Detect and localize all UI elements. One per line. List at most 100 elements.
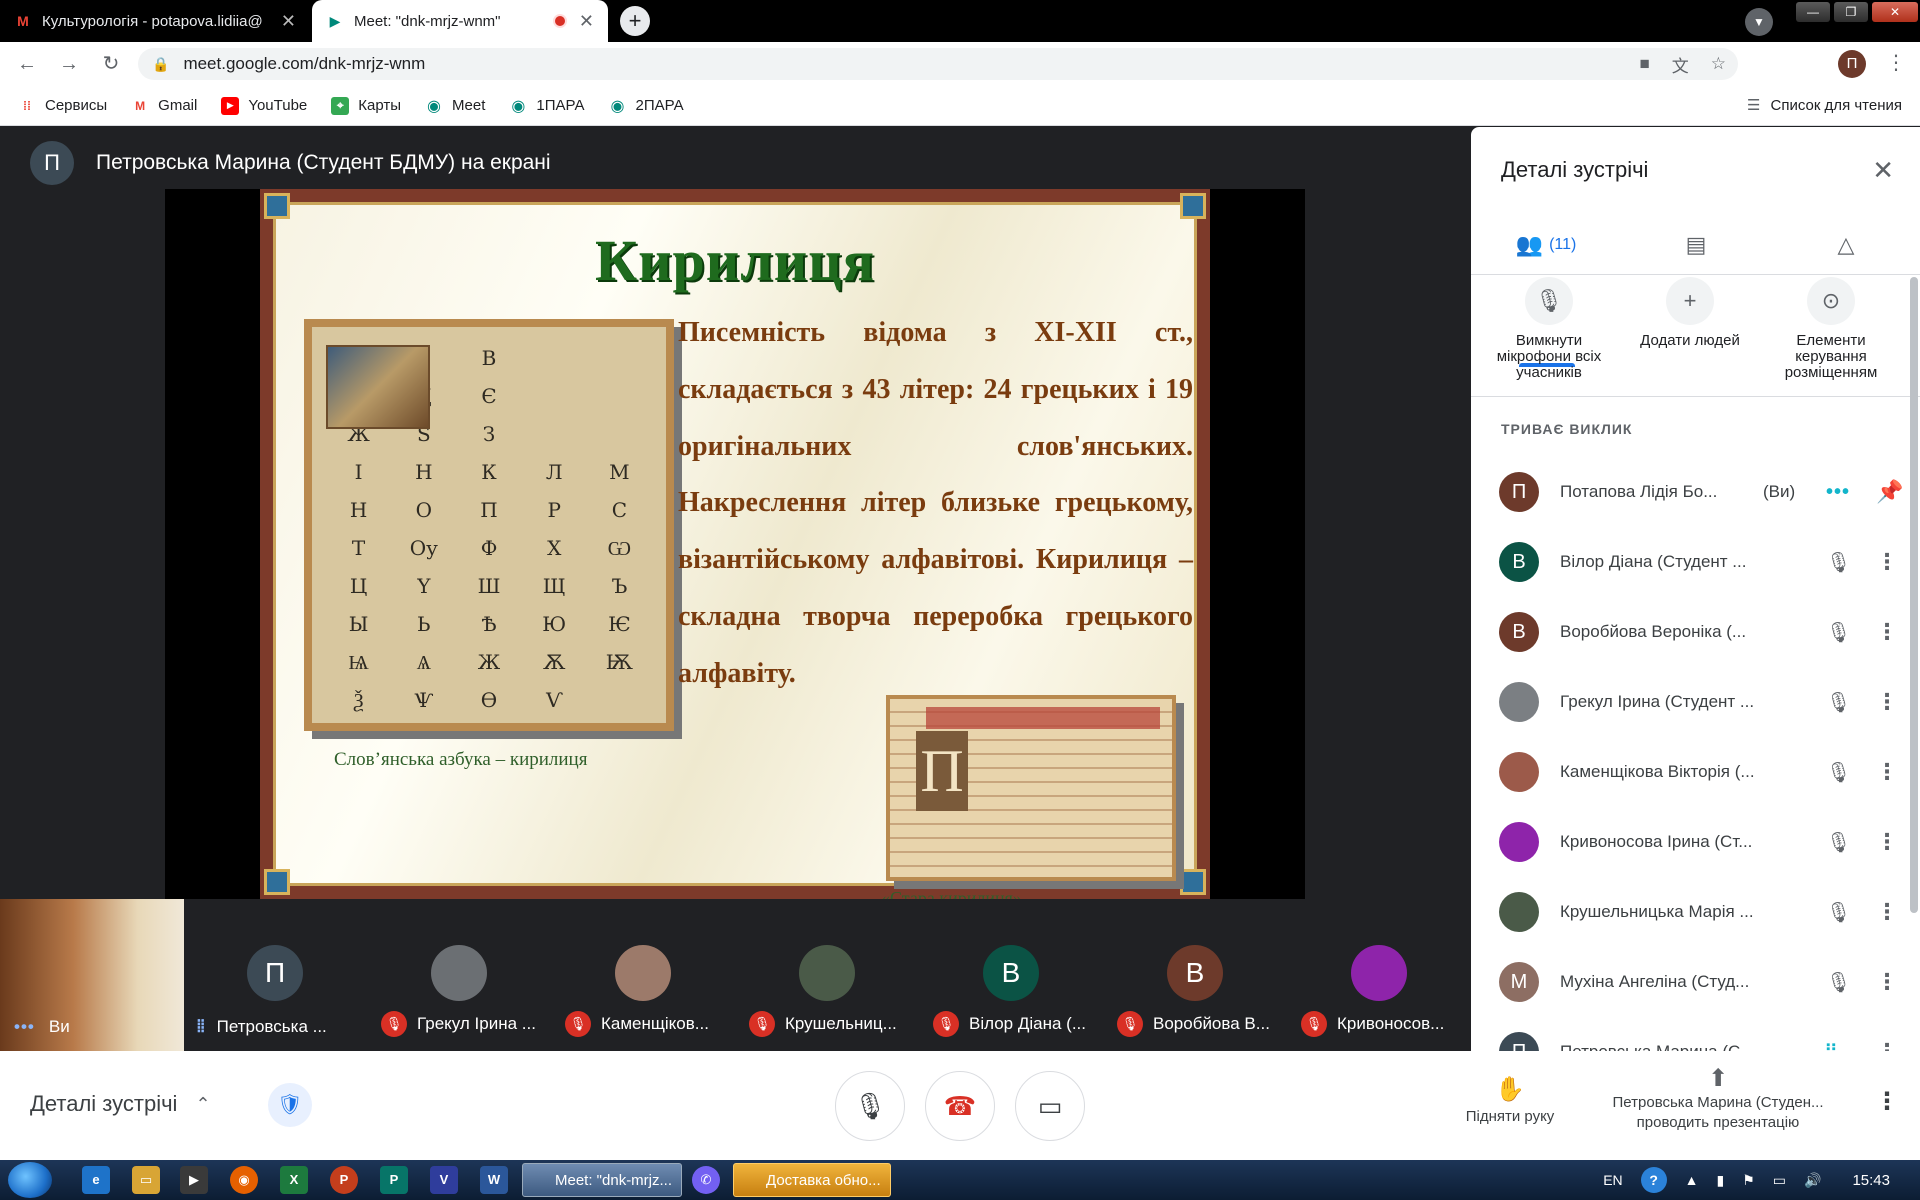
excel-icon[interactable]: X xyxy=(280,1166,308,1194)
tab-meet[interactable]: ▶ Meet: "dnk-mrjz-wnm" ✕ xyxy=(312,0,608,42)
back-button[interactable]: ← xyxy=(12,49,42,79)
display-icon[interactable]: ▭ xyxy=(1773,1172,1786,1189)
viber-icon[interactable]: ✆ xyxy=(692,1166,720,1194)
self-video-tile[interactable]: ••• Ви xyxy=(0,899,184,1051)
bookmark-meet[interactable]: ◉ Meet xyxy=(425,97,485,115)
mic-off-icon: 🎙 xyxy=(381,1011,407,1037)
add-people-button[interactable]: + Додати людей xyxy=(1620,277,1760,349)
minimize-button[interactable]: — xyxy=(1796,2,1830,22)
window-close-button[interactable]: ✕ xyxy=(1872,2,1918,22)
participant-tile[interactable]: 🎙 Крушельниц... xyxy=(737,899,921,1051)
alphabet-letter: К xyxy=(481,460,497,484)
publisher-icon[interactable]: P xyxy=(380,1166,408,1194)
participant-row[interactable]: П Потапова Лідія Бо... (Ви) ••• 📌 xyxy=(1471,457,1911,527)
more-vert-icon[interactable]: ⋮ xyxy=(1886,50,1906,75)
manuscript-heading xyxy=(926,707,1160,729)
flag-icon[interactable]: ⚑ xyxy=(1742,1172,1755,1189)
tab-activities[interactable]: △ xyxy=(1771,219,1920,275)
tab-gmail[interactable]: M Культурологія - potapova.lidiia@ ✕ xyxy=(0,0,310,42)
more-icon[interactable]: ⋮ xyxy=(1876,759,1898,785)
word-icon[interactable]: W xyxy=(480,1166,508,1194)
participant-tile[interactable]: П ⦙⦙ Петровська ... xyxy=(185,899,369,1051)
powerpoint-icon[interactable]: P xyxy=(330,1166,358,1194)
taskbar-update-window[interactable]: Доставка обно... xyxy=(733,1163,891,1197)
taskbar-chrome-window[interactable]: Meet: "dnk-mrjz... xyxy=(522,1163,682,1197)
more-icon[interactable]: ⋮ xyxy=(1876,549,1898,575)
reading-list-button[interactable]: ☰ Список для чтения xyxy=(1747,96,1902,115)
bookmark-maps[interactable]: ⌖ Карты xyxy=(331,96,401,115)
translate-icon[interactable]: 文 xyxy=(1672,52,1689,77)
bookmark-2para[interactable]: ◉ 2ПАРА xyxy=(609,97,684,115)
star-icon[interactable]: ☆ xyxy=(1711,54,1726,74)
microphone-button[interactable]: 🎙 xyxy=(835,1071,905,1141)
pin-icon[interactable]: 📌 xyxy=(1876,479,1903,505)
help-icon[interactable]: ? xyxy=(1640,1167,1667,1193)
media-player-icon[interactable]: ▶ xyxy=(180,1166,208,1194)
network-icon[interactable]: ▮ xyxy=(1717,1172,1725,1189)
participant-row[interactable]: М Мухіна Ангеліна (Студ... 🎙 ⋮ xyxy=(1471,947,1911,1017)
more-horiz-icon[interactable]: ••• xyxy=(14,1017,35,1037)
participant-tile[interactable]: В 🎙 Воробйова В... xyxy=(1105,899,1289,1051)
bookmark-gmail[interactable]: M Gmail xyxy=(131,97,197,115)
close-icon[interactable]: ✕ xyxy=(281,11,296,32)
leave-call-button[interactable]: ☎ xyxy=(925,1071,995,1141)
chevron-down-icon[interactable]: ▼ xyxy=(1745,8,1773,36)
presentation-status-button[interactable]: ⬆ Петровська Марина (Студен... проводить… xyxy=(1598,1067,1838,1133)
camera-button[interactable]: ▭ xyxy=(1015,1071,1085,1141)
address-bar[interactable]: 🔒 meet.google.com/dnk-mrjz-wnm ■ 文 ☆ xyxy=(138,48,1738,80)
mic-off-icon: 🎙 xyxy=(1826,691,1852,714)
bookmark-youtube[interactable]: ▶ YouTube xyxy=(221,96,307,115)
participant-row[interactable]: Грекул Ірина (Студент ... 🎙 ⋮ xyxy=(1471,667,1911,737)
firefox-icon[interactable]: ◉ xyxy=(230,1166,258,1194)
tab-people[interactable]: 👥 (11) xyxy=(1471,219,1621,275)
more-icon[interactable]: ⋮ xyxy=(1876,619,1898,645)
participant-row[interactable]: Каменщікова Вікторія (... 🎙 ⋮ xyxy=(1471,737,1911,807)
more-icon[interactable]: ⋮ xyxy=(1876,1039,1898,1051)
participant-tile[interactable]: 🎙 Грекул Ірина ... xyxy=(369,899,553,1051)
close-icon[interactable]: ✕ xyxy=(579,11,594,32)
raise-hand-button[interactable]: ✋ Підняти руку xyxy=(1455,1075,1565,1125)
reload-button[interactable]: ↻ xyxy=(96,49,126,79)
mic-off-icon: 🎙 xyxy=(1826,761,1852,784)
tab-chat[interactable]: ▤ xyxy=(1621,219,1771,275)
bookmark-1para[interactable]: ◉ 1ПАРА xyxy=(509,97,584,115)
alphabet-letter: Ѫ xyxy=(542,650,566,674)
panel-scrollbar[interactable] xyxy=(1910,277,1918,913)
visio-icon[interactable]: V xyxy=(430,1166,458,1194)
meet-icon: ◉ xyxy=(427,97,442,115)
host-controls-shield-icon[interactable]: 🛡 xyxy=(268,1083,312,1127)
bookmark-apps[interactable]: ⁞⁞ Сервисы xyxy=(18,97,107,115)
clock[interactable]: 15:43 xyxy=(1852,1172,1890,1189)
more-icon[interactable]: ⋮ xyxy=(1876,689,1898,715)
participant-row[interactable]: В Вілор Діана (Студент ... 🎙 ⋮ xyxy=(1471,527,1911,597)
host-controls-button[interactable]: ⊙ Елементи керування розміщенням xyxy=(1761,277,1901,381)
more-icon[interactable]: ⋮ xyxy=(1876,829,1898,855)
volume-icon[interactable]: 🔊 xyxy=(1804,1172,1821,1189)
start-button[interactable] xyxy=(8,1162,52,1198)
more-icon[interactable]: ⋮ xyxy=(1876,899,1898,925)
forward-button[interactable]: → xyxy=(54,49,84,79)
meeting-details-button[interactable]: Деталі зустрічі ⌃ xyxy=(30,1091,211,1117)
participant-name: Каменщіков... xyxy=(601,1014,709,1033)
chevron-up-icon[interactable]: ▲ xyxy=(1685,1172,1699,1188)
more-icon[interactable]: ⋮ xyxy=(1876,969,1898,995)
mute-all-button[interactable]: 🎙 Вимкнути мікрофони всіх учасників xyxy=(1479,277,1619,381)
participant-row[interactable]: В Воробйова Вероніка (... 🎙 ⋮ xyxy=(1471,597,1911,667)
participant-name: Грекул Ірина ... xyxy=(417,1014,536,1033)
more-vert-icon[interactable]: ⋮ xyxy=(1875,1087,1899,1116)
folder-icon[interactable]: ▭ xyxy=(132,1166,160,1194)
language-indicator[interactable]: EN xyxy=(1603,1172,1622,1188)
new-tab-button[interactable]: + xyxy=(620,6,650,36)
participant-row[interactable]: Кривоносова Ірина (Ст... 🎙 ⋮ xyxy=(1471,807,1911,877)
participant-row[interactable]: П Петровська Марина (С... ⦙⦙ ⋮ xyxy=(1471,1017,1911,1051)
lock-icon[interactable]: 🔒 xyxy=(152,56,169,73)
participant-tile[interactable]: 🎙 Кривоносов... xyxy=(1289,899,1473,1051)
close-icon[interactable]: ✕ xyxy=(1872,155,1894,186)
participant-row[interactable]: Крушельницька Марія ... 🎙 ⋮ xyxy=(1471,877,1911,947)
profile-avatar[interactable]: П xyxy=(1838,50,1866,78)
maximize-button[interactable]: ❐ xyxy=(1834,2,1868,22)
participant-tile[interactable]: 🎙 Каменщіков... xyxy=(553,899,737,1051)
camera-icon[interactable]: ■ xyxy=(1639,54,1649,74)
participant-tile[interactable]: В 🎙 Вілор Діана (... xyxy=(921,899,1105,1051)
ie-icon[interactable]: e xyxy=(82,1166,110,1194)
